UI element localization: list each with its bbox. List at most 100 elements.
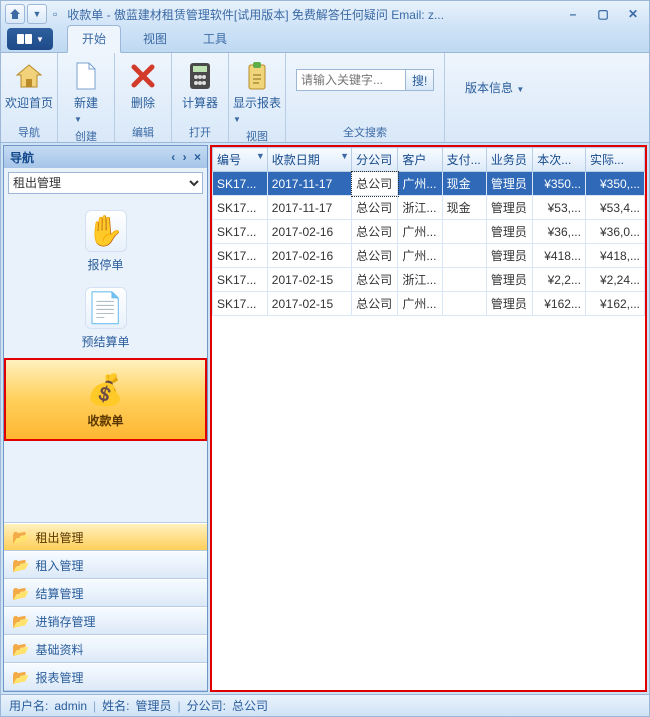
nav-chevron-right-icon[interactable]: › xyxy=(183,150,187,164)
nav-folder-进销存管理[interactable]: 📂进销存管理 xyxy=(4,607,207,635)
grid-col-6[interactable]: 本次... xyxy=(533,148,586,172)
delete-button[interactable]: 删除 xyxy=(119,55,167,116)
book-icon xyxy=(16,33,34,45)
nav-category-select[interactable]: 租出管理 xyxy=(8,172,203,194)
cell: ¥53,... xyxy=(533,196,586,220)
status-user-label: 用户名: xyxy=(9,697,48,714)
nav-close-icon[interactable]: × xyxy=(194,150,201,164)
nav-folder-结算管理[interactable]: 📂结算管理 xyxy=(4,579,207,607)
cell: ¥350... xyxy=(533,172,586,196)
group-label-view: 视图 xyxy=(233,130,281,144)
grid-col-2[interactable]: 分公司 xyxy=(352,148,398,172)
ribbon-group-edit: 删除 编辑 xyxy=(115,53,172,142)
table-row[interactable]: SK17...2017-02-16总公司广州...管理员¥418...¥418,… xyxy=(213,244,645,268)
nav-item-预结算单[interactable]: 📄 预结算单 xyxy=(4,281,207,352)
nav-folder-租出管理[interactable]: 📂租出管理 xyxy=(4,523,207,551)
cell: ¥53,4... xyxy=(585,196,644,220)
cell: ¥2,24... xyxy=(585,268,644,292)
app-menu-button[interactable]: ▼ xyxy=(7,28,53,50)
nav-item-label: 报停单 xyxy=(4,256,207,273)
welcome-home-button[interactable]: 欢迎首页 xyxy=(5,55,53,116)
main-area: 导航 ‹ › × 租出管理 ✋报停单 📄 预结算单 💰收款单 📂租出管理📂租入管理📂结… xyxy=(1,143,649,694)
home-title-button[interactable] xyxy=(5,4,25,24)
nav-folder-基础资料[interactable]: 📂基础资料 xyxy=(4,635,207,663)
cell: 2017-02-16 xyxy=(267,220,351,244)
ribbon-group-version: 版本信息 ▼ xyxy=(445,53,544,142)
grid-col-label: 本次... xyxy=(537,153,571,167)
version-info-label: 版本信息 xyxy=(465,81,513,95)
show-report-button[interactable]: 显示报表▼ xyxy=(233,55,281,130)
cell: SK17... xyxy=(213,172,268,196)
cell: 总公司 xyxy=(352,196,398,220)
table-row[interactable]: SK17...2017-11-17总公司广州...现金管理员¥350...¥35… xyxy=(213,172,645,196)
version-info-button[interactable]: 版本信息 ▼ xyxy=(457,75,532,100)
status-user-value: admin xyxy=(54,699,87,713)
document-icon xyxy=(70,60,102,92)
nav-header: 导航 ‹ › × xyxy=(4,146,207,168)
group-label-nav: 导航 xyxy=(5,126,53,142)
nav-item-收款单[interactable]: 💰收款单 xyxy=(4,358,207,441)
nav-item-报停单[interactable]: ✋报停单 xyxy=(4,204,207,275)
cell: ¥2,2... xyxy=(533,268,586,292)
cell: 2017-02-15 xyxy=(267,292,351,316)
search-button[interactable]: 搜! xyxy=(406,69,434,91)
table-row[interactable]: SK17...2017-02-15总公司浙江...管理员¥2,2...¥2,24… xyxy=(213,268,645,292)
group-label-open: 打开 xyxy=(176,126,224,142)
ribbon-group-open: 计算器 打开 xyxy=(172,53,229,142)
welcome-home-label: 欢迎首页 xyxy=(5,94,53,111)
chevron-down-icon: ▼ xyxy=(233,115,241,124)
nav-folder-租入管理[interactable]: 📂租入管理 xyxy=(4,551,207,579)
cell: SK17... xyxy=(213,268,268,292)
filter-icon[interactable]: ▼ xyxy=(256,151,265,161)
data-grid-container: 编号▼收款日期▼分公司客户支付...业务员本次...实际... SK17...2… xyxy=(210,145,647,692)
cell: 广州... xyxy=(398,220,442,244)
grid-col-1[interactable]: 收款日期▼ xyxy=(267,148,351,172)
tab-tools[interactable]: 工具 xyxy=(189,26,241,52)
search-input[interactable] xyxy=(296,69,406,91)
status-bar: 用户名: admin | 姓名: 管理员 | 分公司: 总公司 xyxy=(1,694,649,716)
cell: 管理员 xyxy=(486,172,532,196)
data-grid[interactable]: 编号▼收款日期▼分公司客户支付...业务员本次...实际... SK17...2… xyxy=(212,147,645,316)
window-title: 收款单 - 傲蓝建材租赁管理软件[试用版本] 免费解答任何疑问 Email: z… xyxy=(61,6,561,23)
nav-item-label: 预结算单 xyxy=(4,333,207,350)
new-button[interactable]: 新建▼ xyxy=(62,55,110,130)
cell: 广州... xyxy=(398,292,442,316)
grid-col-label: 编号 xyxy=(217,153,241,167)
calculator-button[interactable]: 计算器 xyxy=(176,55,224,116)
tab-view[interactable]: 视图 xyxy=(129,26,181,52)
grid-col-label: 支付... xyxy=(447,153,481,167)
grid-col-3[interactable]: 客户 xyxy=(398,148,442,172)
table-row[interactable]: SK17...2017-02-15总公司广州...管理员¥162...¥162,… xyxy=(213,292,645,316)
chevron-down-icon: ▼ xyxy=(516,85,524,94)
cell xyxy=(442,268,486,292)
grid-col-4[interactable]: 支付... xyxy=(442,148,486,172)
grid-col-5[interactable]: 业务员 xyxy=(486,148,532,172)
ribbon-group-nav: 欢迎首页 导航 xyxy=(1,53,58,142)
house-icon xyxy=(8,7,22,21)
grid-header-row: 编号 ▼收款日期▼ 分公司客户支付... 业务员本次... 实际... xyxy=(213,148,645,172)
cell: 总公司 xyxy=(352,268,398,292)
folder-icon: 📂 xyxy=(12,669,29,686)
table-row[interactable]: SK17...2017-02-16总公司广州...管理员¥36,...¥36,0… xyxy=(213,220,645,244)
maximize-button[interactable]: ▢ xyxy=(591,5,615,23)
table-row[interactable]: SK17...2017-11-17总公司浙江...现金管理员¥53,...¥53… xyxy=(213,196,645,220)
close-button[interactable]: ✕ xyxy=(621,5,645,23)
cell: 广州... xyxy=(398,244,442,268)
dropdown-title-button[interactable]: ▼ xyxy=(27,4,47,24)
cell: ¥36,... xyxy=(533,220,586,244)
tab-start[interactable]: 开始 xyxy=(67,25,121,53)
grid-col-label: 分公司 xyxy=(356,153,392,167)
nav-item-label: 收款单 xyxy=(6,412,205,429)
grid-col-7[interactable]: 实际... xyxy=(585,148,644,172)
chevron-down-icon: ▼ xyxy=(36,35,44,44)
cell: 2017-11-17 xyxy=(267,172,351,196)
cell: 管理员 xyxy=(486,220,532,244)
filter-icon[interactable]: ▼ xyxy=(340,151,349,161)
nav-item-icon: 📄 xyxy=(85,287,127,329)
nav-chevron-left-icon[interactable]: ‹ xyxy=(171,150,175,164)
nav-folder-list: 📂租出管理📂租入管理📂结算管理📂进销存管理📂基础资料📂报表管理 xyxy=(4,522,207,691)
minimize-button[interactable]: – xyxy=(561,5,585,23)
cell: SK17... xyxy=(213,196,268,220)
nav-folder-报表管理[interactable]: 📂报表管理 xyxy=(4,663,207,691)
grid-col-0[interactable]: 编号 ▼ xyxy=(213,148,268,172)
